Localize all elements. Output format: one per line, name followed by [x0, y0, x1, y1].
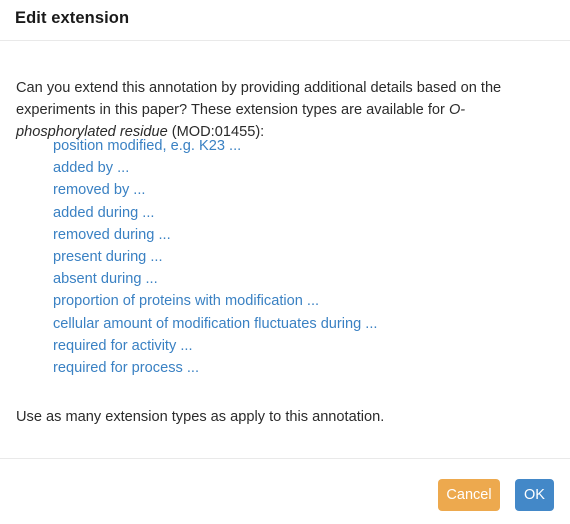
extension-type-link[interactable]: absent during ...	[53, 268, 553, 290]
dialog-header: Edit extension	[0, 0, 570, 41]
cancel-button[interactable]: Cancel	[438, 479, 500, 511]
extension-type-link[interactable]: cellular amount of modification fluctuat…	[53, 313, 553, 335]
extension-type-link[interactable]: removed by ...	[53, 179, 553, 201]
dialog-body: Can you extend this annotation by provid…	[0, 41, 570, 458]
edit-extension-dialog: Edit extension Can you extend this annot…	[0, 0, 570, 524]
dialog-title: Edit extension	[15, 9, 130, 27]
extension-type-link[interactable]: added during ...	[53, 202, 553, 224]
extension-type-link[interactable]: added by ...	[53, 157, 553, 179]
ok-button[interactable]: OK	[515, 479, 554, 511]
extension-type-link[interactable]: required for process ...	[53, 357, 553, 379]
extension-type-link[interactable]: proportion of proteins with modification…	[53, 290, 553, 312]
closing-instruction: Use as many extension types as apply to …	[16, 408, 385, 425]
intro-paragraph: Can you extend this annotation by provid…	[16, 77, 551, 143]
extension-type-link[interactable]: required for activity ...	[53, 335, 553, 357]
extension-type-link[interactable]: removed during ...	[53, 224, 553, 246]
intro-text-before-term: Can you extend this annotation by provid…	[16, 79, 502, 118]
extension-type-list: position modified, e.g. K23 ... added by…	[53, 135, 553, 379]
extension-type-link[interactable]: present during ...	[53, 246, 553, 268]
dialog-footer: Cancel OK	[0, 458, 570, 524]
extension-type-link[interactable]: position modified, e.g. K23 ...	[53, 135, 553, 157]
